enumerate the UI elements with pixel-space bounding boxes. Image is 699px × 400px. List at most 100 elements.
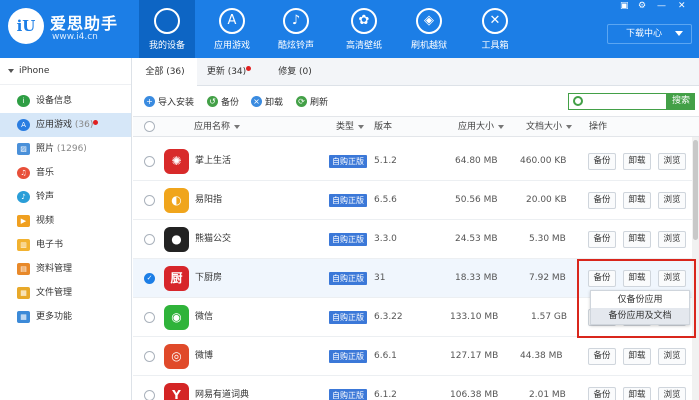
- table-row[interactable]: ◐ 易阳指 自购正版 6.5.6 50.56 MB 20.00 KB 备份 卸载…: [133, 181, 695, 220]
- uninstall-icon: ×: [251, 96, 262, 107]
- sidebar-item-count: (36): [74, 120, 94, 130]
- sidebar-item-apps[interactable]: A 应用游戏 (36): [0, 113, 131, 137]
- close-icon[interactable]: ✕: [678, 1, 686, 11]
- nav-label: 我的设备: [148, 41, 185, 51]
- sidebar-item-label: 应用游戏: [36, 120, 73, 130]
- nav-apps-games[interactable]: A 应用游戏: [204, 0, 260, 58]
- sidebar-item-more[interactable]: ▦ 更多功能: [0, 305, 131, 329]
- photo-icon: ▨: [17, 143, 30, 155]
- table-row[interactable]: ✺ 掌上生活 自购正版 5.1.2 64.80 MB 460.00 KB 备份 …: [133, 142, 695, 181]
- select-all-checkbox[interactable]: [144, 121, 155, 132]
- uninstall-button[interactable]: 卸载: [623, 153, 651, 170]
- browse-button[interactable]: 浏览: [658, 348, 686, 365]
- table-row[interactable]: ● 熊猫公交 自购正版 3.3.0 24.53 MB 5.30 MB 备份 卸载…: [133, 220, 695, 259]
- row-checkbox[interactable]: [144, 390, 155, 400]
- import-install-button[interactable]: + 导入安装: [144, 95, 194, 108]
- header-app-size[interactable]: 应用大小: [458, 117, 504, 137]
- book-icon: ▥: [17, 239, 30, 251]
- settings-icon[interactable]: ⚙: [638, 1, 646, 11]
- browse-button[interactable]: 浏览: [658, 387, 686, 400]
- refresh-icon: ⟳: [296, 96, 307, 107]
- folder-icon: ▦: [17, 287, 30, 299]
- doc-size: 1.57 GB: [531, 312, 568, 322]
- nav-wallpapers[interactable]: ✿ 高清壁纸: [336, 0, 392, 58]
- skin-icon[interactable]: ▣: [620, 1, 629, 11]
- backup-button[interactable]: 备份: [588, 192, 616, 209]
- notification-dot: [246, 66, 252, 71]
- nav-label: 酷炫铃声: [277, 41, 314, 51]
- import-icon: +: [144, 96, 155, 107]
- backup-button[interactable]: 备份: [588, 387, 616, 400]
- nav-toolbox[interactable]: ✕ 工具箱: [467, 0, 523, 58]
- menu-item-backup-app-and-docs[interactable]: 备份应用及文档: [591, 308, 689, 324]
- sidebar-item-music[interactable]: ♫ 音乐: [0, 161, 131, 185]
- app-name: 微信: [195, 312, 214, 322]
- row-checkbox[interactable]: ✓: [144, 273, 155, 284]
- refresh-button[interactable]: ⟳ 刷新: [296, 95, 328, 108]
- browse-button[interactable]: 浏览: [658, 231, 686, 248]
- tools-icon: ✕: [482, 8, 508, 34]
- browse-button[interactable]: 浏览: [658, 153, 686, 170]
- app-version: 6.6.1: [374, 351, 397, 361]
- row-checkbox[interactable]: [144, 234, 155, 245]
- type-badge: 自购正版: [329, 272, 367, 285]
- nav-label: 应用游戏: [213, 41, 250, 51]
- backup-button[interactable]: 备份: [588, 231, 616, 248]
- header-doc-size[interactable]: 文档大小: [526, 117, 572, 137]
- header-type[interactable]: 类型: [336, 117, 364, 137]
- nav-my-device[interactable]: 我的设备: [139, 0, 195, 58]
- row-checkbox[interactable]: [144, 351, 155, 362]
- sidebar-item-device-info[interactable]: i 设备信息: [0, 89, 131, 113]
- import-label: 导入安装: [158, 98, 195, 108]
- app-version: 6.1.2: [374, 390, 397, 400]
- sidebar-item-video[interactable]: ▶ 视频: [0, 209, 131, 233]
- header-version: 版本: [374, 122, 393, 132]
- table-row[interactable]: Y 网易有道词典 自购正版 6.1.2 106.38 MB 2.01 MB 备份…: [133, 376, 695, 400]
- brand-url: www.i4.cn: [52, 32, 98, 42]
- sidebar-item-ebooks[interactable]: ▥ 电子书: [0, 233, 131, 257]
- scrollbar-thumb[interactable]: [693, 140, 698, 240]
- search-button[interactable]: 搜索: [667, 93, 695, 110]
- header-name[interactable]: 应用名称: [194, 117, 324, 137]
- app-version: 5.1.2: [374, 156, 397, 166]
- tab-all[interactable]: 全部 (36): [133, 58, 197, 87]
- app-icon: A: [17, 119, 30, 131]
- sidebar-item-photos[interactable]: ▨ 照片 (1296): [0, 137, 131, 161]
- device-header[interactable]: iPhone: [0, 58, 131, 85]
- app-version: 6.3.22: [374, 312, 403, 322]
- uninstall-button[interactable]: 卸载: [623, 387, 651, 400]
- backup-button[interactable]: ↺ 备份: [207, 95, 239, 108]
- row-checkbox[interactable]: [144, 195, 155, 206]
- row-checkbox[interactable]: [144, 312, 155, 323]
- sidebar-item-ringtones[interactable]: ♪ 铃声: [0, 185, 131, 209]
- download-center-button[interactable]: 下载中心: [607, 24, 692, 44]
- music-icon: ♫: [17, 167, 30, 179]
- nav-ringtones[interactable]: ♪ 酷炫铃声: [268, 0, 324, 58]
- sidebar-item-data-manager[interactable]: ▤ 资料管理: [0, 257, 131, 281]
- table-row[interactable]: ◎ 微博 自购正版 6.6.1 127.17 MB 44.38 MB 备份 卸载…: [133, 337, 695, 376]
- nav-flash-jailbreak[interactable]: ◈ 刷机越狱: [401, 0, 457, 58]
- browse-button[interactable]: 浏览: [658, 192, 686, 209]
- menu-item-backup-app-only[interactable]: 仅备份应用: [591, 292, 689, 308]
- sidebar-item-file-manager[interactable]: ▦ 文件管理: [0, 281, 131, 305]
- app-icon-youdao-dict: Y: [164, 383, 189, 400]
- app-size: 64.80 MB: [455, 156, 498, 166]
- app-version: 31: [374, 273, 386, 283]
- backup-button[interactable]: 备份: [588, 348, 616, 365]
- uninstall-button[interactable]: 卸载: [623, 192, 651, 209]
- tab-updates[interactable]: 更新 (34): [197, 58, 261, 86]
- dropbox-icon: ◈: [416, 8, 442, 34]
- notification-dot: [93, 120, 99, 125]
- row-checkbox[interactable]: [144, 156, 155, 167]
- type-badge: 自购正版: [329, 194, 367, 207]
- info-icon: i: [17, 95, 30, 107]
- search-input[interactable]: [568, 93, 667, 110]
- minimize-icon[interactable]: —: [657, 1, 666, 11]
- type-badge: 自购正版: [329, 350, 367, 363]
- uninstall-button[interactable]: 卸载: [623, 348, 651, 365]
- app-icon-yiyangzhi: ◐: [164, 188, 189, 213]
- backup-button[interactable]: 备份: [588, 153, 616, 170]
- tab-repair[interactable]: 修复 (0): [263, 58, 327, 86]
- uninstall-button[interactable]: 卸载: [623, 231, 651, 248]
- uninstall-button[interactable]: × 卸载: [251, 95, 283, 108]
